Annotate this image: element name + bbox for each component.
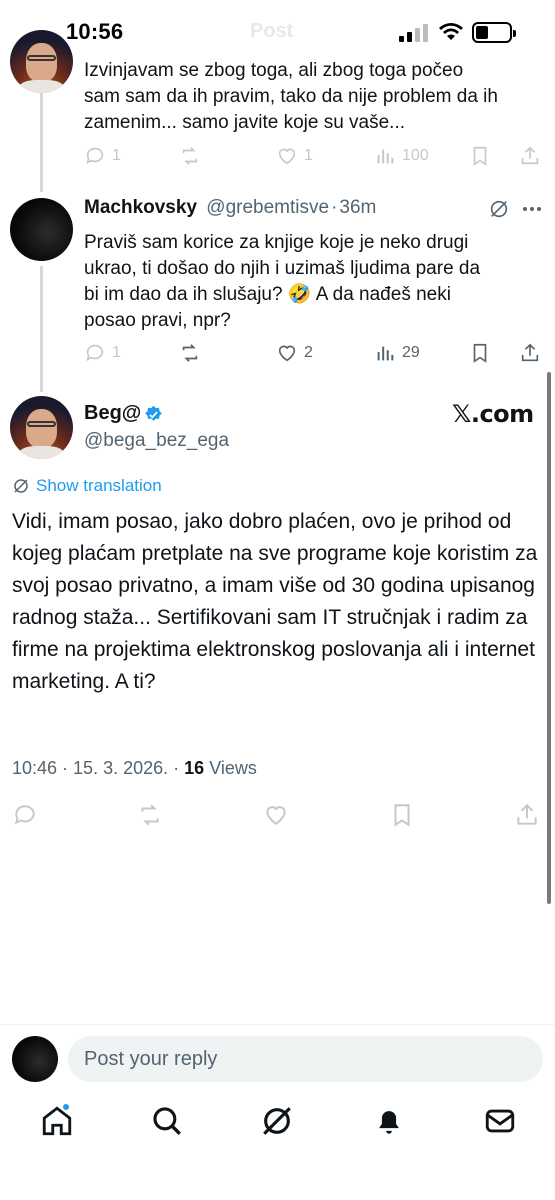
views-button[interactable]: 29: [374, 338, 420, 368]
like-button[interactable]: 2: [276, 338, 313, 368]
share-icon: [521, 343, 539, 362]
share-icon: [517, 803, 537, 825]
heart-icon: [278, 148, 296, 165]
show-translation-link[interactable]: Show translation: [12, 476, 162, 496]
bookmark-button[interactable]: [469, 141, 491, 171]
reply-button[interactable]: 1: [84, 338, 121, 368]
bookmark-icon: [394, 804, 410, 827]
previous-reply-text: Izvinjavam se zbog toga, ali zbog toga p…: [84, 60, 498, 133]
post-date: 15. 3. 2026.: [73, 758, 169, 778]
scrollbar[interactable]: [547, 372, 551, 904]
grok-icon[interactable]: [260, 1104, 294, 1138]
status-bar: 10:56 Post: [0, 0, 555, 60]
show-translation-label: Show translation: [36, 476, 162, 495]
reply-button[interactable]: 1: [84, 141, 121, 171]
tab-bar: [0, 1096, 555, 1200]
more-options-icon[interactable]: [522, 204, 542, 214]
repost-icon: [182, 147, 198, 165]
separator-dot: ·: [331, 197, 338, 218]
repost-button[interactable]: [179, 141, 201, 171]
reply-count: 1: [112, 344, 121, 361]
like-button[interactable]: [263, 800, 289, 830]
heart-icon: [278, 345, 296, 362]
reply-button[interactable]: [12, 800, 38, 830]
like-count: 1: [304, 147, 313, 164]
background-title: Post: [250, 20, 294, 42]
bookmark-icon: [473, 343, 487, 363]
repost-icon: [182, 344, 198, 362]
thread-line: [40, 266, 43, 392]
share-button[interactable]: [519, 338, 541, 368]
battery-icon: [472, 22, 516, 43]
bookmark-icon: [473, 146, 487, 166]
reply-header: Machkovsky @grebemtisve · 36m: [84, 197, 376, 219]
thread-line: [40, 90, 43, 192]
cellular-signal-icon: [399, 24, 429, 42]
search-icon[interactable]: [150, 1104, 184, 1138]
views-button[interactable]: 100: [374, 141, 429, 171]
share-button[interactable]: [514, 800, 540, 830]
post-time: 10:46: [12, 758, 58, 778]
view-count: 100: [402, 147, 429, 164]
repost-icon: [141, 804, 159, 826]
views-count[interactable]: 16: [184, 758, 204, 778]
reply-icon: [86, 147, 104, 164]
bookmark-button[interactable]: [389, 800, 415, 830]
main-post-text: Vidi, imam posao, jako dobro plaćen, ovo…: [12, 510, 538, 693]
grok-icon: [14, 479, 28, 493]
reply-count: 1: [112, 147, 121, 164]
messages-icon[interactable]: [483, 1104, 517, 1138]
analytics-icon: [377, 346, 394, 361]
main-post-actions: [12, 800, 542, 830]
main-author-name[interactable]: Beg@: [84, 402, 141, 425]
like-button[interactable]: 1: [276, 141, 313, 171]
main-author-handle[interactable]: @bega_bez_ega: [84, 430, 229, 452]
views-label: Views: [209, 758, 257, 778]
reply-text: Praviš sam korice za knjige koje je neko…: [84, 232, 481, 331]
status-time: 10:56: [66, 19, 124, 44]
reply-author-handle[interactable]: @grebemtisve: [206, 197, 329, 218]
share-icon: [521, 146, 539, 165]
share-button[interactable]: [519, 141, 541, 171]
heart-icon: [266, 806, 286, 825]
repost-button[interactable]: [137, 800, 163, 830]
home-notification-dot: [62, 1103, 70, 1111]
grok-icon[interactable]: [488, 198, 510, 220]
previous-reply-avatar[interactable]: [10, 30, 73, 93]
repost-button[interactable]: [179, 338, 201, 368]
bookmark-button[interactable]: [469, 338, 491, 368]
reply-icon: [14, 805, 35, 825]
verified-badge-icon: [145, 405, 162, 421]
previous-reply-actions: 1 1 100: [84, 141, 544, 171]
reply-icon: [86, 344, 104, 361]
reply-time: 36m: [339, 197, 377, 218]
reply-author-name[interactable]: Machkovsky: [84, 197, 197, 218]
reply-actions: 1 2 29: [84, 338, 544, 368]
analytics-icon: [377, 149, 394, 164]
view-count: 29: [402, 344, 420, 361]
reply-input[interactable]: Post your reply: [68, 1036, 543, 1082]
wifi-icon: [439, 23, 463, 40]
reply-avatar[interactable]: [10, 198, 73, 261]
watermark: 𝕏.com: [452, 400, 534, 428]
post-meta: 10:46 · 15. 3. 2026. · 16 Views: [12, 758, 257, 778]
composer-avatar[interactable]: [12, 1036, 58, 1082]
notifications-icon[interactable]: [372, 1104, 406, 1138]
like-count: 2: [304, 344, 313, 361]
main-post-avatar[interactable]: [10, 396, 73, 459]
